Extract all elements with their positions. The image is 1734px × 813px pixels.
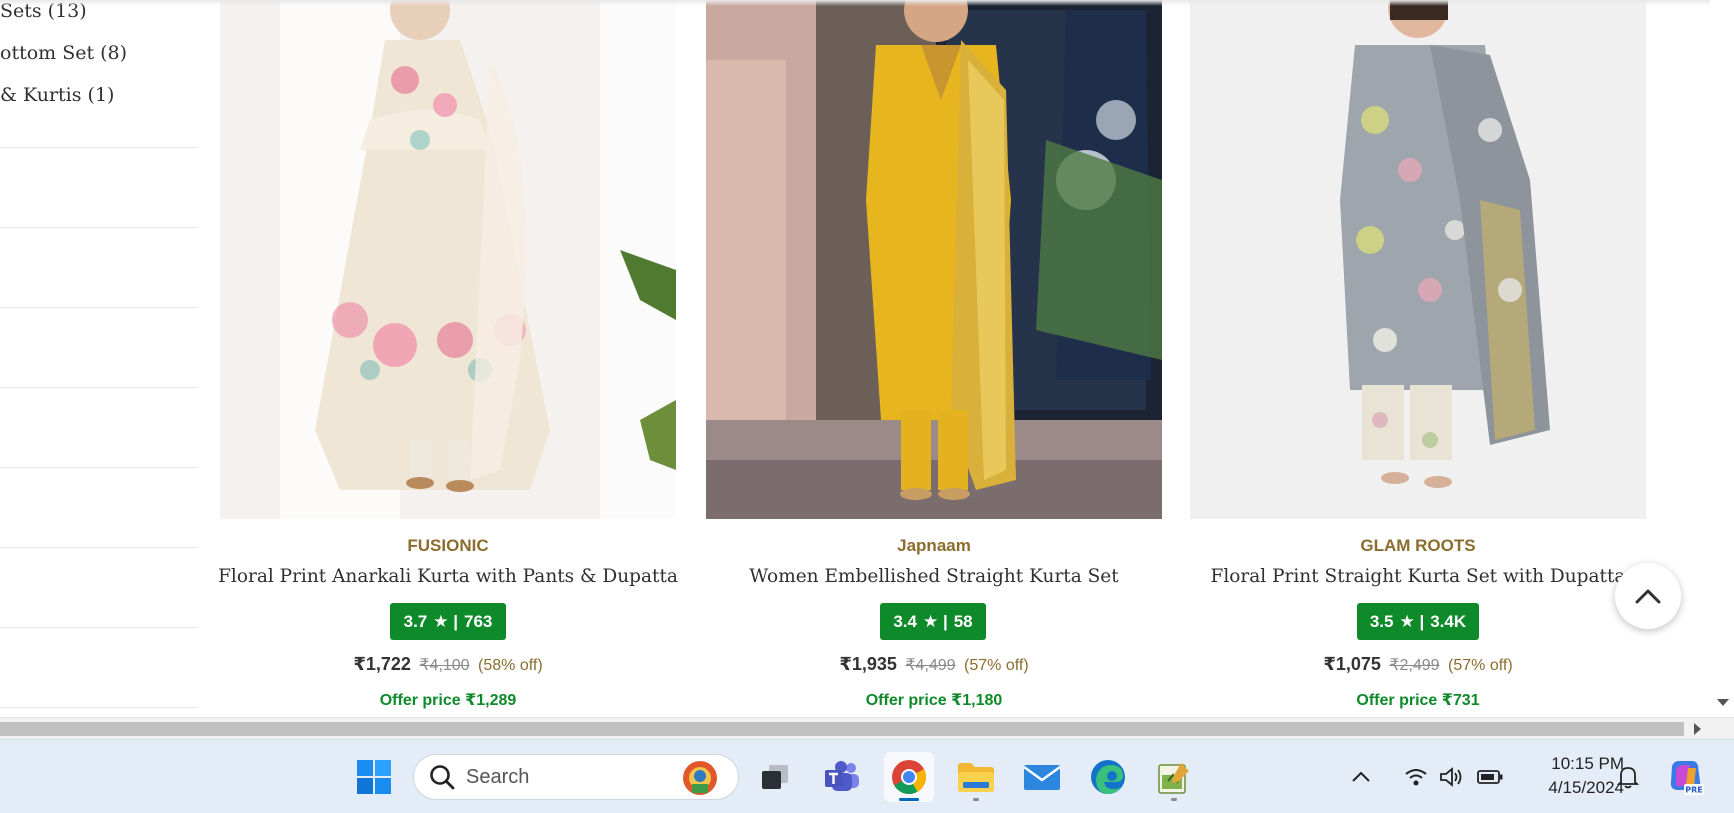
rating-value: 3.4 [893,611,917,631]
start-button[interactable] [349,752,399,802]
mrp-price: ₹4,499 [905,657,956,674]
file-explorer-app[interactable] [951,752,1001,802]
screen: Sets (13) ottom Set (8) & Kurtis (1) FUS… [0,0,1734,813]
discount-percent: (57% off) [964,657,1029,674]
selling-price: ₹1,935 [839,654,897,674]
wifi-status[interactable] [1398,752,1434,802]
product-image[interactable] [220,0,676,519]
selling-price: ₹1,075 [1323,654,1381,674]
star-icon: ★ | [922,611,948,631]
price-line: ₹1,722 ₹4,100 (58% off) [220,654,676,675]
rating-badge: 3.7 ★ | 763 [390,603,506,640]
product-image[interactable] [1190,0,1646,519]
review-count: 3.4K [1430,611,1467,631]
product-card[interactable]: FUSIONIC Floral Print Anarkali Kurta wit… [218,0,678,717]
mail-icon [1023,765,1061,790]
review-count: 58 [953,611,973,631]
filter-section[interactable] [0,548,198,628]
filter-section[interactable] [0,468,198,548]
edge-icon [1091,760,1125,794]
discount-percent: (57% off) [1448,657,1513,674]
offer-price: Offer price ₹1,289 [379,692,517,709]
chevron-up-icon [1352,771,1370,782]
search-placeholder: Search [466,765,530,788]
mrp-price: ₹2,499 [1389,657,1440,674]
browser-viewport: Sets (13) ottom Set (8) & Kurtis (1) FUS… [0,0,1734,717]
filter-option-bottom-set[interactable]: ottom Set (8) [0,42,127,64]
product-brand: FUSIONIC [407,536,489,555]
filter-section[interactable] [0,228,198,308]
show-hidden-icons-button[interactable] [1343,752,1379,802]
battery-status[interactable] [1470,752,1510,802]
filter-section[interactable] [0,308,198,388]
active-app-indicator [899,798,919,801]
svg-text:PRE: PRE [1685,786,1703,795]
taskbar-search[interactable]: Search [413,754,739,800]
search-highlight-icon [683,761,717,795]
sticky-header-shadow [0,0,1710,6]
edge-app[interactable] [1083,752,1133,802]
product-brand: GLAM ROOTS [1360,536,1476,555]
filter-section[interactable] [0,148,198,228]
horizontal-scrollbar[interactable] [0,717,1734,739]
mrp-price: ₹4,100 [419,657,470,674]
scroll-down-arrow-icon[interactable] [1717,699,1729,706]
product-title[interactable]: Floral Print Anarkali Kurta with Pants &… [200,566,696,587]
chevron-up-icon [1635,589,1661,604]
taskbar: Search 10:15 PM 4/15/2024 PRE [0,739,1734,813]
review-count: 763 [464,611,493,631]
filter-section[interactable] [0,628,198,708]
file-explorer-icon [958,763,994,792]
price-line: ₹1,075 ₹2,499 (57% off) [1190,654,1646,675]
scroll-right-arrow-icon[interactable] [1694,723,1701,735]
task-view-button[interactable] [750,752,800,802]
filter-sidebar: Sets (13) ottom Set (8) & Kurtis (1) [0,0,198,717]
vertical-scrollbar[interactable] [1710,0,1734,717]
back-to-top-button[interactable] [1615,563,1681,629]
speaker-icon [1440,767,1462,787]
rating-badge: 3.5 ★ | 3.4K [1357,603,1479,640]
mail-app[interactable] [1017,752,1067,802]
running-app-indicator [973,798,979,801]
horizontal-scroll-thumb[interactable] [0,722,1684,736]
product-card[interactable]: Japnaam Women Embellished Straight Kurta… [706,0,1162,717]
star-icon: ★ | [433,611,458,631]
teams-icon [825,761,859,791]
filter-section[interactable] [0,388,198,468]
windows-start-icon [357,760,391,794]
selling-price: ₹1,722 [353,654,411,674]
offer-price: Offer price ₹1,180 [865,692,1003,709]
notepad-app[interactable] [1149,752,1199,802]
offer-price: Offer price ₹731 [1356,692,1480,709]
wifi-icon [1405,769,1427,786]
chrome-app[interactable] [884,752,934,802]
rating-value: 3.5 [1369,611,1394,631]
price-line: ₹1,935 ₹4,499 (57% off) [706,654,1162,675]
product-brand: Japnaam [897,536,971,555]
product-image[interactable] [706,0,1162,519]
copilot-icon: PRE [1670,761,1704,795]
rating-badge: 3.4 ★ | 58 [880,603,986,640]
volume-control[interactable] [1433,752,1469,802]
product-card[interactable]: GLAM ROOTS Floral Print Straight Kurta S… [1190,0,1646,717]
bell-icon [1617,767,1639,789]
battery-icon [1477,770,1503,784]
search-icon [430,765,455,790]
running-app-indicator [1171,798,1177,801]
chrome-icon [892,760,926,794]
rating-value: 3.7 [403,611,428,631]
filter-section[interactable] [0,68,198,148]
task-view-icon [762,765,788,789]
discount-percent: (58% off) [478,657,543,674]
product-title[interactable]: Floral Print Straight Kurta Set with Dup… [1170,566,1666,587]
teams-app[interactable] [817,752,867,802]
notifications-button[interactable] [1608,752,1648,802]
notepad-icon [1158,763,1189,794]
star-icon: ★ | [1399,611,1425,631]
product-title[interactable]: Women Embellished Straight Kurta Set [686,566,1182,587]
copilot-button[interactable]: PRE [1662,752,1708,802]
